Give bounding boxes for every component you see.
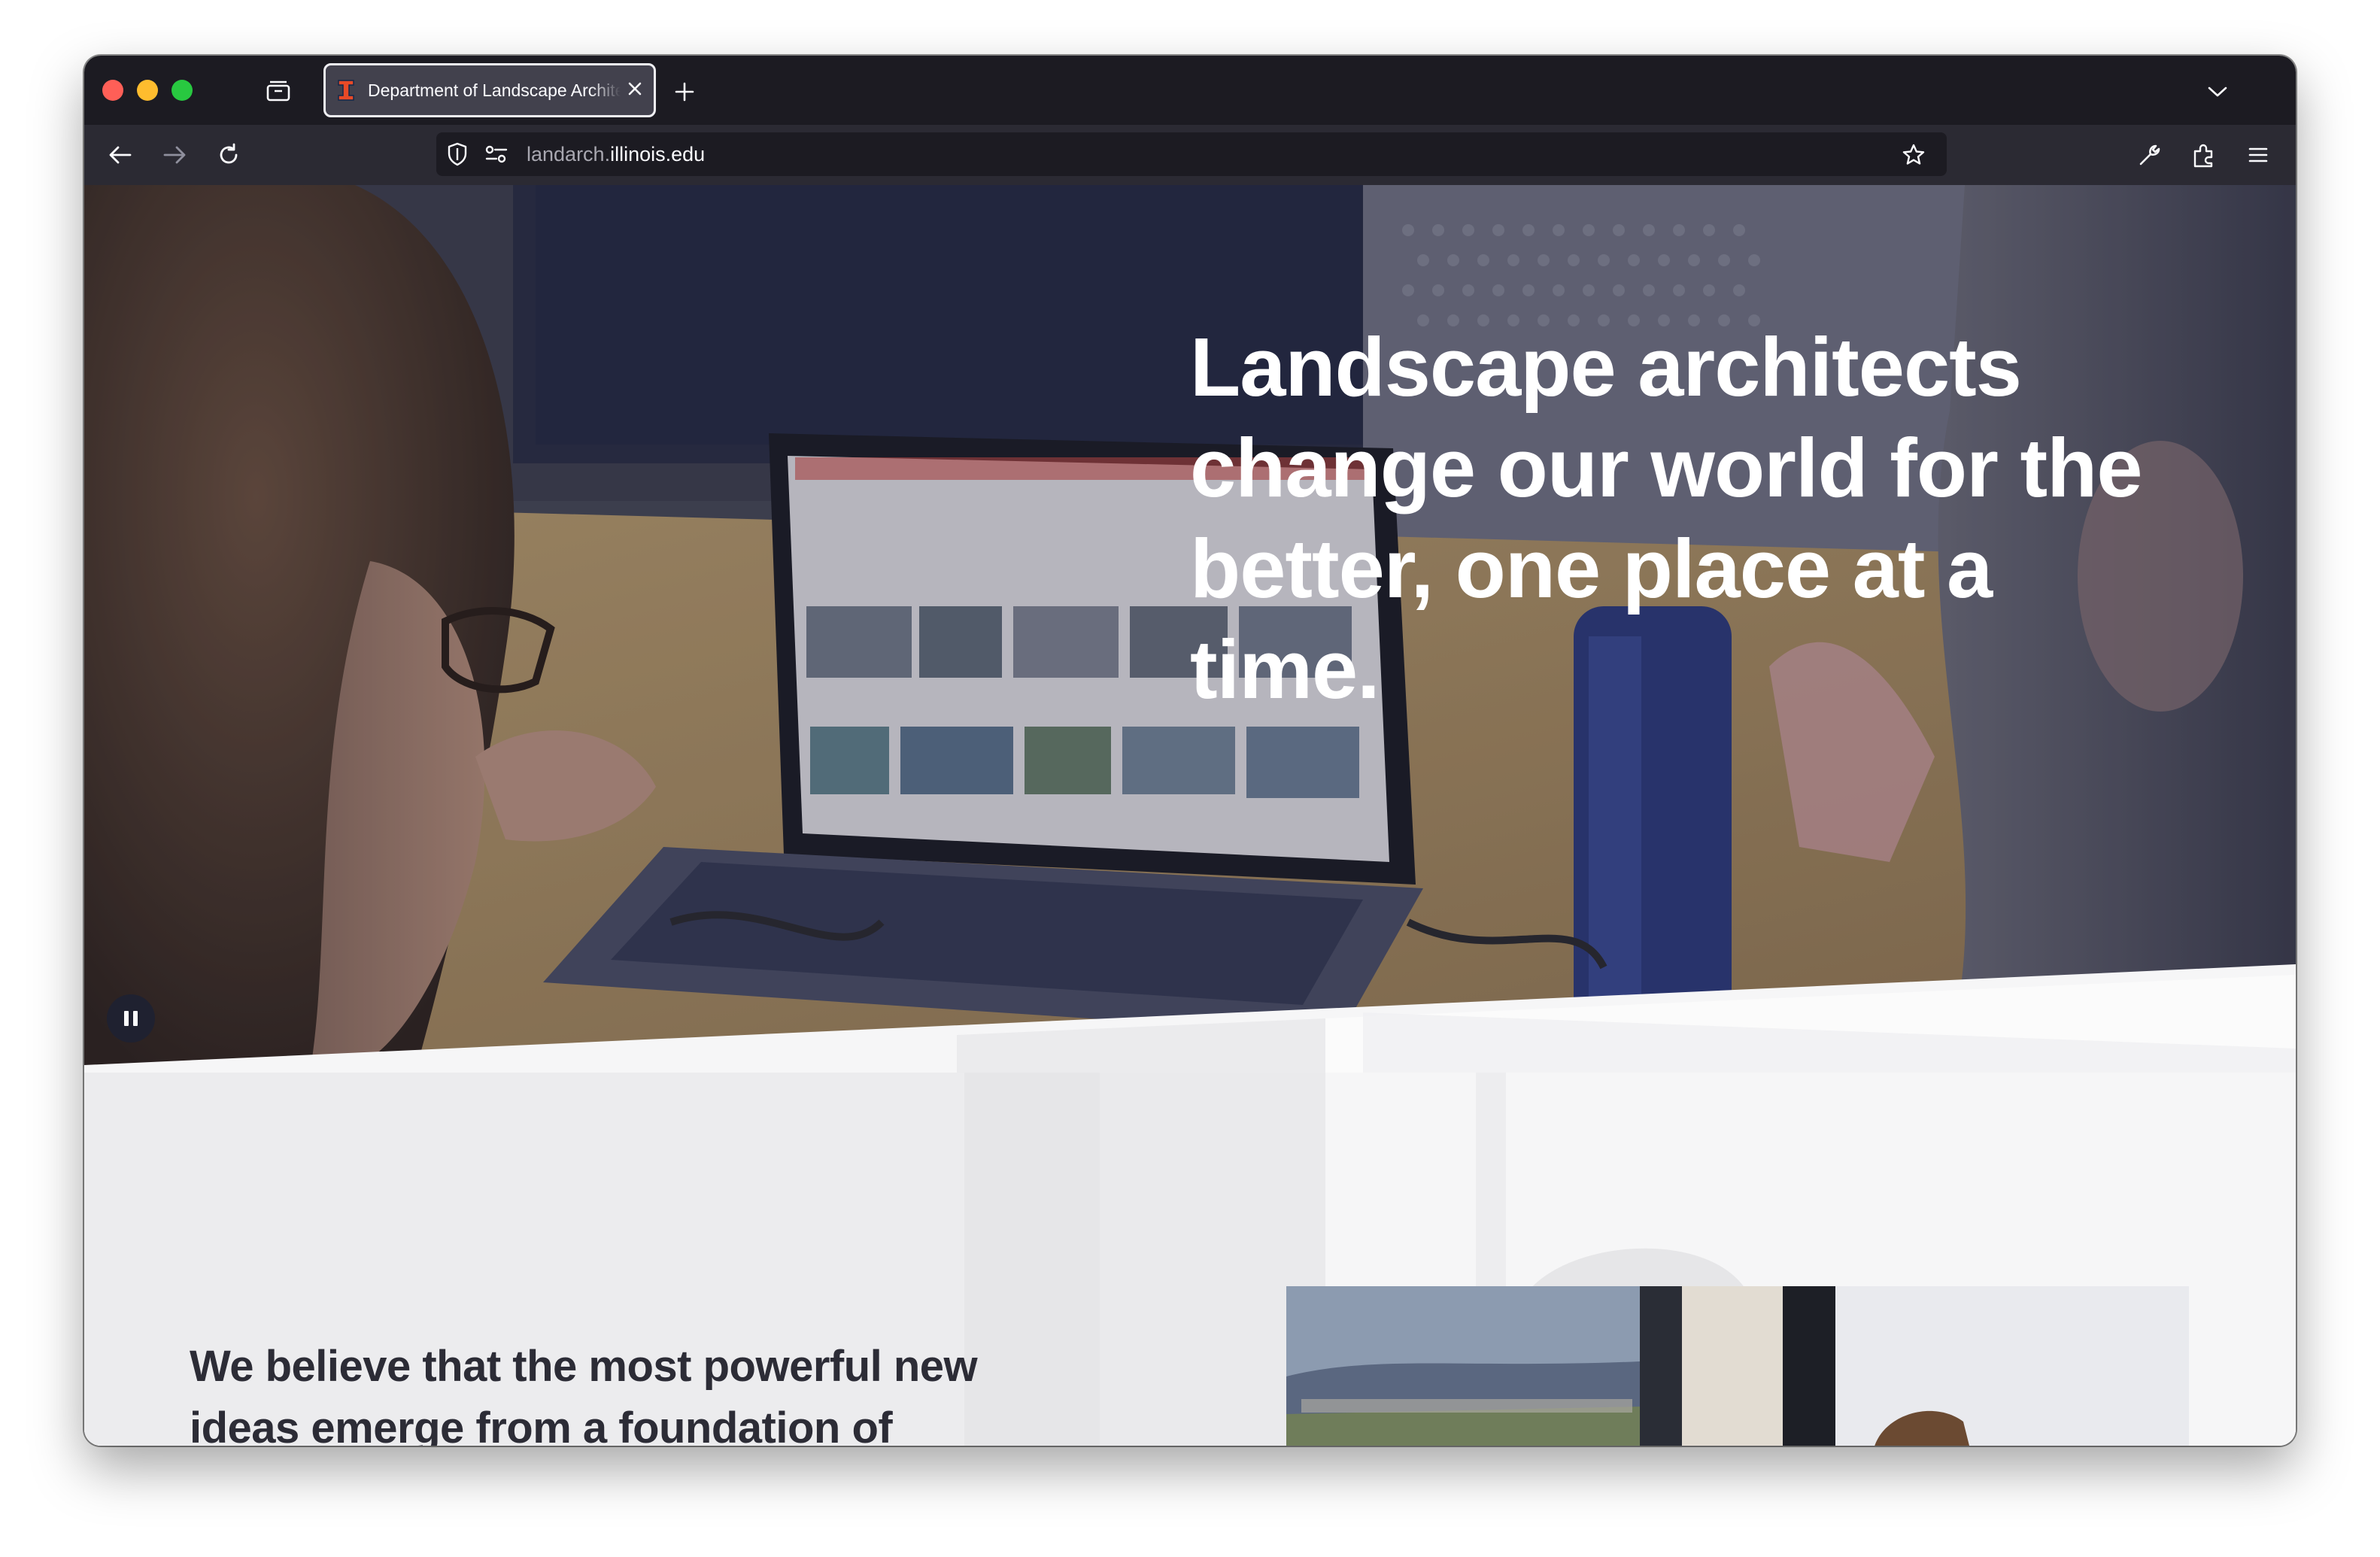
minimize-window-button[interactable]	[137, 80, 158, 101]
zoom-window-button[interactable]	[172, 80, 193, 101]
tab-active[interactable]: Department of Landscape Architecture	[323, 63, 656, 117]
pause-icon[interactable]	[107, 994, 155, 1043]
puzzle-icon[interactable]	[2189, 140, 2219, 170]
hero-headline: Landscape architects change our world fo…	[1190, 321, 2143, 716]
shield-icon[interactable]	[445, 142, 469, 166]
intro-text: We believe that the most powerful new id…	[190, 1342, 978, 1446]
wrench-icon[interactable]	[2135, 140, 2165, 170]
url-domain: illinois.edu	[610, 143, 706, 165]
plus-icon[interactable]	[669, 77, 700, 107]
illinois-favicon-icon	[336, 79, 356, 102]
url-text[interactable]: landarch.illinois.edu	[527, 132, 705, 176]
back-arrow-icon[interactable]	[104, 140, 137, 170]
hero-video: Landscape architects change our world fo…	[84, 185, 2296, 1073]
page-content: Landscape architects change our world fo…	[84, 185, 2296, 1446]
reload-icon[interactable]	[212, 138, 245, 171]
forward-arrow-icon[interactable]	[158, 140, 191, 170]
permissions-icon[interactable]	[484, 143, 508, 165]
url-subdomain: landarch.	[527, 143, 611, 165]
navigation-bar: landarch.illinois.edu	[84, 125, 2296, 185]
sidebar-icon[interactable]	[263, 75, 293, 105]
close-tab-icon[interactable]	[627, 80, 643, 101]
address-bar[interactable]: landarch.illinois.edu	[436, 132, 1947, 176]
close-window-button[interactable]	[102, 80, 123, 101]
hamburger-icon[interactable]	[2243, 140, 2273, 170]
tab-strip: Department of Landscape Architecture	[84, 56, 2296, 125]
tab-title: Department of Landscape Architecture	[368, 80, 621, 100]
intro-photo	[1286, 1286, 2189, 1446]
star-icon[interactable]	[1900, 141, 1927, 168]
chevron-down-icon[interactable]	[2202, 77, 2233, 107]
browser-window: Department of Landscape Architecture	[84, 56, 2296, 1446]
